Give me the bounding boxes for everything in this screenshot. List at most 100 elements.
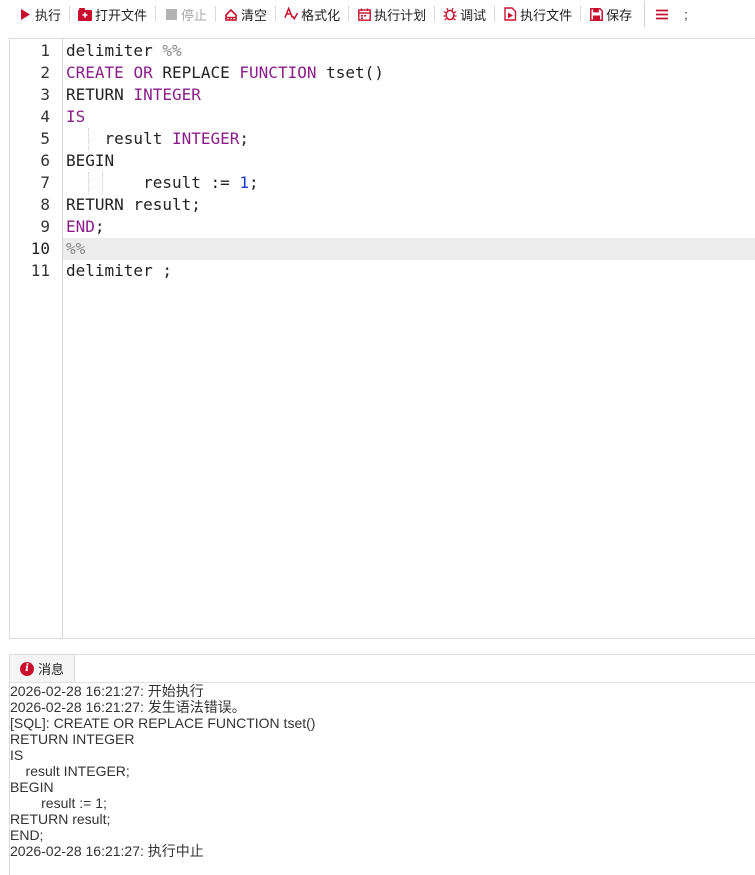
run-file-icon [503,7,517,21]
clear-label: 清空 [241,7,268,23]
format-button[interactable]: 格式化 [282,4,342,24]
line-number: 4 [40,107,50,126]
run-file-button[interactable]: 执行文件 [501,4,574,24]
stop-icon [164,7,178,21]
code-text: result INTEGER; [66,128,250,150]
line-number: 1 [40,41,50,60]
sql-editor[interactable]: 1 delimiter %% 2 CREATE OR REPLACE FUNCTION… [9,38,755,639]
code-line[interactable]: 10%% [10,238,755,260]
code-text: delimiter %% [66,40,182,62]
code-token: RETURN result; [66,195,201,214]
save-button[interactable]: 保存 [587,4,634,24]
keyword-token: END [66,217,95,236]
message-line: END; [10,827,44,843]
message-line: IS [10,747,24,763]
play-icon [18,7,32,21]
toolbar: 执行 打开文件 停止 清空 格式化 执行计划 调试 执行文件 保存 ; [0,0,755,28]
line-number: 7 [40,173,50,192]
run-button[interactable]: 执行 [16,4,63,24]
debug-button[interactable]: 调试 [441,4,488,24]
calendar-icon [357,7,371,21]
message-line: RETURN INTEGER [10,731,135,747]
keyword-token: INTEGER [171,129,240,148]
code-text: RETURN result; [66,194,201,216]
message-line: 2026-02-28 16:21:27: 发生语法错误。 [10,699,246,715]
code-line[interactable]: 5 result INTEGER; [10,128,755,150]
code-line[interactable]: 6 BEGIN [10,150,755,172]
toolbar-separator [644,1,646,27]
keyword-token: INTEGER [133,85,201,104]
save-label: 保存 [606,7,633,23]
number-token: 1 [239,173,250,192]
stop-label: 停止 [181,7,208,23]
code-line[interactable]: 8 RETURN result; [10,194,755,216]
toolbar-separator [275,6,277,22]
code-token: BEGIN [66,151,115,170]
message-line: result INTEGER; [10,763,130,779]
debug-label: 调试 [460,7,487,23]
line-number: 5 [40,129,50,148]
delimiter-label: ; [684,6,688,22]
explain-plan-button[interactable]: 执行计划 [355,4,428,24]
code-token: result [66,129,172,148]
open-file-label: 打开文件 [95,7,148,23]
code-token: tset() [316,63,384,82]
open-file-icon [78,7,93,21]
bug-icon [443,7,457,21]
code-token: %% [162,41,182,60]
message-line: RETURN result; [10,811,111,827]
tab-messages[interactable]: i 消息 [10,655,75,682]
toolbar-separator [580,6,582,22]
line-number: 8 [40,195,50,214]
code-line[interactable]: 2 CREATE OR REPLACE FUNCTION tset() [10,62,755,84]
code-text: delimiter ; [66,260,172,282]
explain-plan-label: 执行计划 [374,7,427,23]
code-text: IS [66,106,85,128]
code-text: RETURN INTEGER [66,84,201,106]
code-text: BEGIN [66,150,114,172]
code-line[interactable]: 4 IS [10,106,755,128]
keyword-token: CREATE [66,63,124,82]
code-line[interactable]: 1 delimiter %% [10,40,755,62]
code-text: result := 1; [66,172,259,194]
code-lines: 1 delimiter %% 2 CREATE OR REPLACE FUNCTION… [10,40,755,282]
code-token: ; [249,173,259,192]
message-line: 2026-02-28 16:21:27: 执行中止 [10,843,204,859]
message-line: result := 1; [10,795,107,811]
format-label: 格式化 [301,7,341,23]
message-line: 2026-02-28 16:21:27: 开始执行 [10,683,204,699]
open-file-button[interactable]: 打开文件 [76,4,149,24]
info-icon: i [20,661,34,676]
toolbar-separator [69,6,71,22]
code-line[interactable]: 7 result := 1; [10,172,755,194]
code-token: ; [239,129,250,148]
code-token: result := [66,173,240,192]
code-line[interactable]: 9 END; [10,216,755,238]
save-icon [589,7,603,21]
message-line: BEGIN [10,779,54,795]
code-text: END; [66,216,105,238]
code-line[interactable]: 3 RETURN INTEGER [10,84,755,106]
stop-button[interactable]: 停止 [162,4,209,24]
code-line[interactable]: 11 delimiter ; [10,260,755,282]
code-token: delimiter ; [66,261,172,280]
indent-guide [88,172,89,194]
delimiter-selector[interactable]: ; [682,4,690,24]
line-number: 3 [40,85,50,104]
toolbar-separator [155,6,157,22]
message-line: [SQL]: CREATE OR REPLACE FUNCTION tset() [10,715,316,731]
toolbar-separator [215,6,217,22]
toolbar-separator [494,6,496,22]
clear-button[interactable]: 清空 [222,4,269,24]
line-number: 9 [40,217,50,236]
code-text: CREATE OR REPLACE FUNCTION tset() [66,62,384,84]
line-number: 10 [30,239,50,258]
code-token: RETURN [66,85,134,104]
message-log: 2026-02-28 16:21:27: 开始执行 2026-02-28 16:2… [10,683,755,859]
line-number: 11 [30,261,50,280]
menu-button[interactable] [653,4,674,24]
code-token: ; [94,217,105,236]
code-text: %% [66,238,85,260]
code-token: delimiter [66,41,163,60]
hamburger-menu-icon [655,7,669,21]
